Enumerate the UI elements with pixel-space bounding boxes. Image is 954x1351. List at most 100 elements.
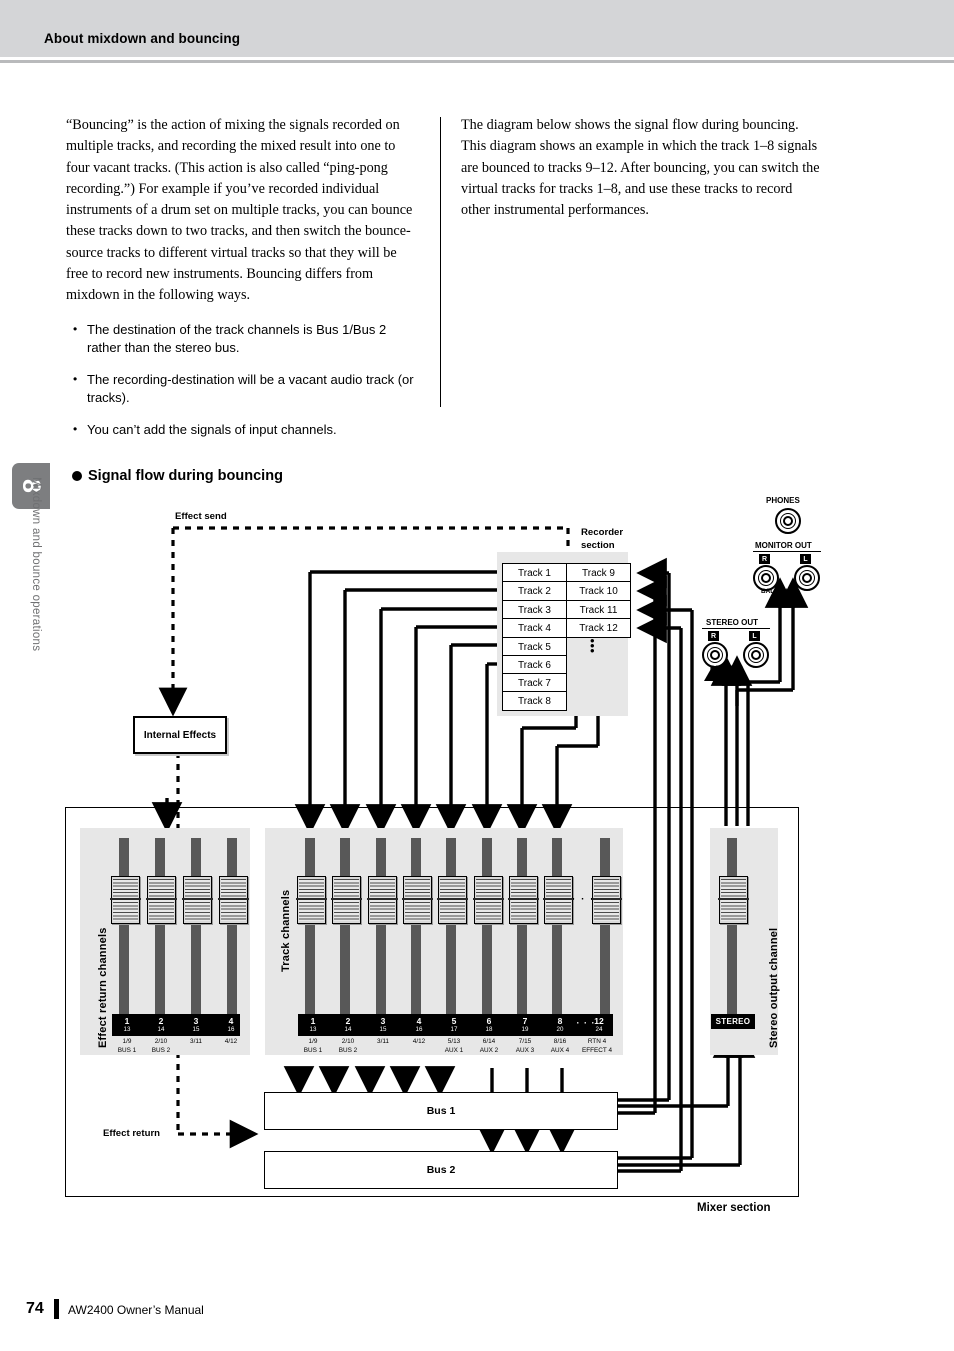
strip-sublabel-2: BUS 1 [117,1047,137,1054]
effect-return-number-bar: 1 13 2 14 3 15 4 16 [112,1014,240,1036]
strip-number-alt: 13 [123,1026,131,1033]
fader-track[interactable] [191,838,201,1014]
fader-track[interactable] [482,838,492,1014]
track-channel-number-bar: 1 13 2 14 3 15 4 16 5 17 6 18 7 19 8 20 … [298,1014,613,1036]
strip-number-alt: 18 [485,1026,493,1033]
footer-divider [54,1299,59,1319]
track-box: Track 7 [502,673,567,693]
fader-handle[interactable] [402,876,433,924]
strip-sublabel-2: AUX 2 [479,1047,499,1054]
fader-track[interactable] [376,838,386,1014]
track-box: Track 3 [502,600,567,620]
fader-handle[interactable] [331,876,362,924]
strip-sublabel-1: 4/12 [412,1038,426,1045]
strip-sublabel-2: EFFECT 4 [581,1047,613,1054]
monitor-out-l-jack-icon [794,565,820,591]
fader-handle[interactable] [437,876,468,924]
strip-number: 2 [345,1016,351,1026]
track-box: Track 2 [502,581,567,601]
page-header-title: About mixdown and bouncing [44,31,241,46]
fader-handle[interactable] [296,876,327,924]
fader-track[interactable] [305,838,315,1014]
list-item: The recording-destination will be a vaca… [66,370,422,408]
fader-handle[interactable] [543,876,574,924]
fader-track[interactable] [446,838,456,1014]
monitor-out-rule [753,551,821,553]
stereo-out-label: STEREO OUT [706,618,759,627]
recorder-section-label-1: Recorder [581,527,624,538]
fader-track[interactable] [119,838,129,1014]
fader-track[interactable] [552,838,562,1014]
strip-sublabel-2: BUS 2 [338,1047,358,1054]
fader-handle[interactable] [591,876,622,924]
recorder-vertical-dots: • • • [590,633,595,658]
fader-track[interactable] [411,838,421,1014]
strip-number: 3 [193,1016,199,1026]
strip-number-alt: 20 [556,1026,564,1033]
fader-track[interactable] [227,838,237,1014]
stereo-out-rule [702,628,770,630]
fader-track[interactable] [600,838,610,1014]
strip-number: 2 [158,1016,164,1026]
strip-sublabel-1: 5/13 [447,1038,461,1045]
strip-sublabel-1: 8/16 [553,1038,567,1045]
monitor-l-tag: L [800,554,811,564]
effect-return-channels-label: Effect return channels [97,927,109,1048]
fader-track[interactable] [155,838,165,1014]
strip-sublabel-2: BUS 2 [151,1047,171,1054]
strip-number-alt: 15 [379,1026,387,1033]
monitor-r-tag: R [759,554,770,564]
strip-number-alt: 19 [521,1026,529,1033]
left-column: “Bouncing” is the action of mixing the s… [66,115,422,452]
strip-sublabel-1: 6/14 [482,1038,496,1045]
fader-track[interactable] [727,838,737,1014]
strip-sublabel-1: 3/11 [190,1038,202,1045]
strip-number: 4 [416,1016,422,1026]
faders-ellipsis: · · · [572,894,596,905]
strip-number-alt: 16 [415,1026,423,1033]
fader-handle[interactable] [182,876,213,924]
strip-sublabel-1: 1/9 [308,1038,318,1045]
stereo-tag: STEREO [711,1014,755,1029]
track-box: Track 6 [502,655,567,675]
strip-sublabel-1: 7/15 [518,1038,532,1045]
strip-sublabel-1: 4/12 [224,1038,238,1045]
strip-sublabel-2: AUX 4 [550,1047,570,1054]
internal-effects-box: Internal Effects [133,716,227,754]
strip-sublabel-1: RTN 4 [587,1038,607,1045]
strip-number-alt: 24 [595,1026,603,1033]
header-rule [0,60,954,63]
track-box: Track 4 [502,618,567,638]
strip-sublabel-1: 2/10 [154,1038,168,1045]
strip-number: 7 [522,1016,528,1026]
strip-number-alt: 15 [192,1026,200,1033]
strip-sublabel-1: 2/10 [341,1038,355,1045]
monitor-bal-label: BAL(+4dB) [761,588,795,595]
strip-number: 4 [228,1016,234,1026]
list-item: The destination of the track channels is… [66,320,422,358]
footer-manual-title: AW2400 Owner’s Manual [68,1303,204,1317]
strip-number-alt: 16 [227,1026,235,1033]
track-box: Track 9 [566,563,631,583]
right-paragraph: The diagram below shows the signal flow … [461,117,820,219]
fader-handle[interactable] [146,876,177,924]
fader-track[interactable] [340,838,350,1014]
monitor-out-label: MONITOR OUT [755,541,812,550]
strip-number: 8 [557,1016,563,1026]
fader-handle[interactable] [110,876,141,924]
right-column: The diagram below shows the signal flow … [461,115,821,221]
stereo-r-tag: R [708,631,719,641]
fader-handle[interactable] [367,876,398,924]
fader-handle[interactable] [718,876,749,924]
fader-handle[interactable] [473,876,504,924]
section-heading: Signal flow during bouncing [88,468,283,484]
phones-jack-icon [775,508,801,534]
fader-handle[interactable] [508,876,539,924]
fader-track[interactable] [517,838,527,1014]
strip-sublabel-2: AUX 3 [515,1047,535,1054]
strip-number: 3 [380,1016,386,1026]
fader-handle[interactable] [218,876,249,924]
column-divider [440,117,441,407]
track-box: Track 8 [502,691,567,711]
track-box: Track 12 [566,618,631,638]
